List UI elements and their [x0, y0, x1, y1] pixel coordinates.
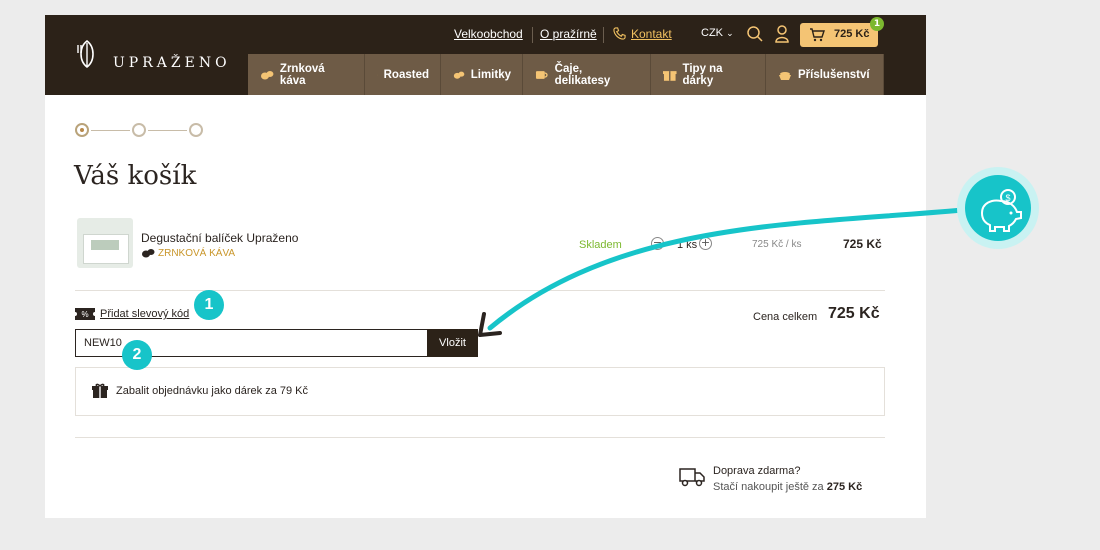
step-marker-1: 1	[194, 290, 224, 320]
piggy-bank-icon: $	[980, 189, 1022, 232]
annotation-arrow	[478, 207, 965, 337]
piggy-bank-badge: $	[965, 175, 1031, 241]
step-marker-2: 2	[122, 340, 152, 370]
svg-text:$: $	[1005, 193, 1010, 203]
